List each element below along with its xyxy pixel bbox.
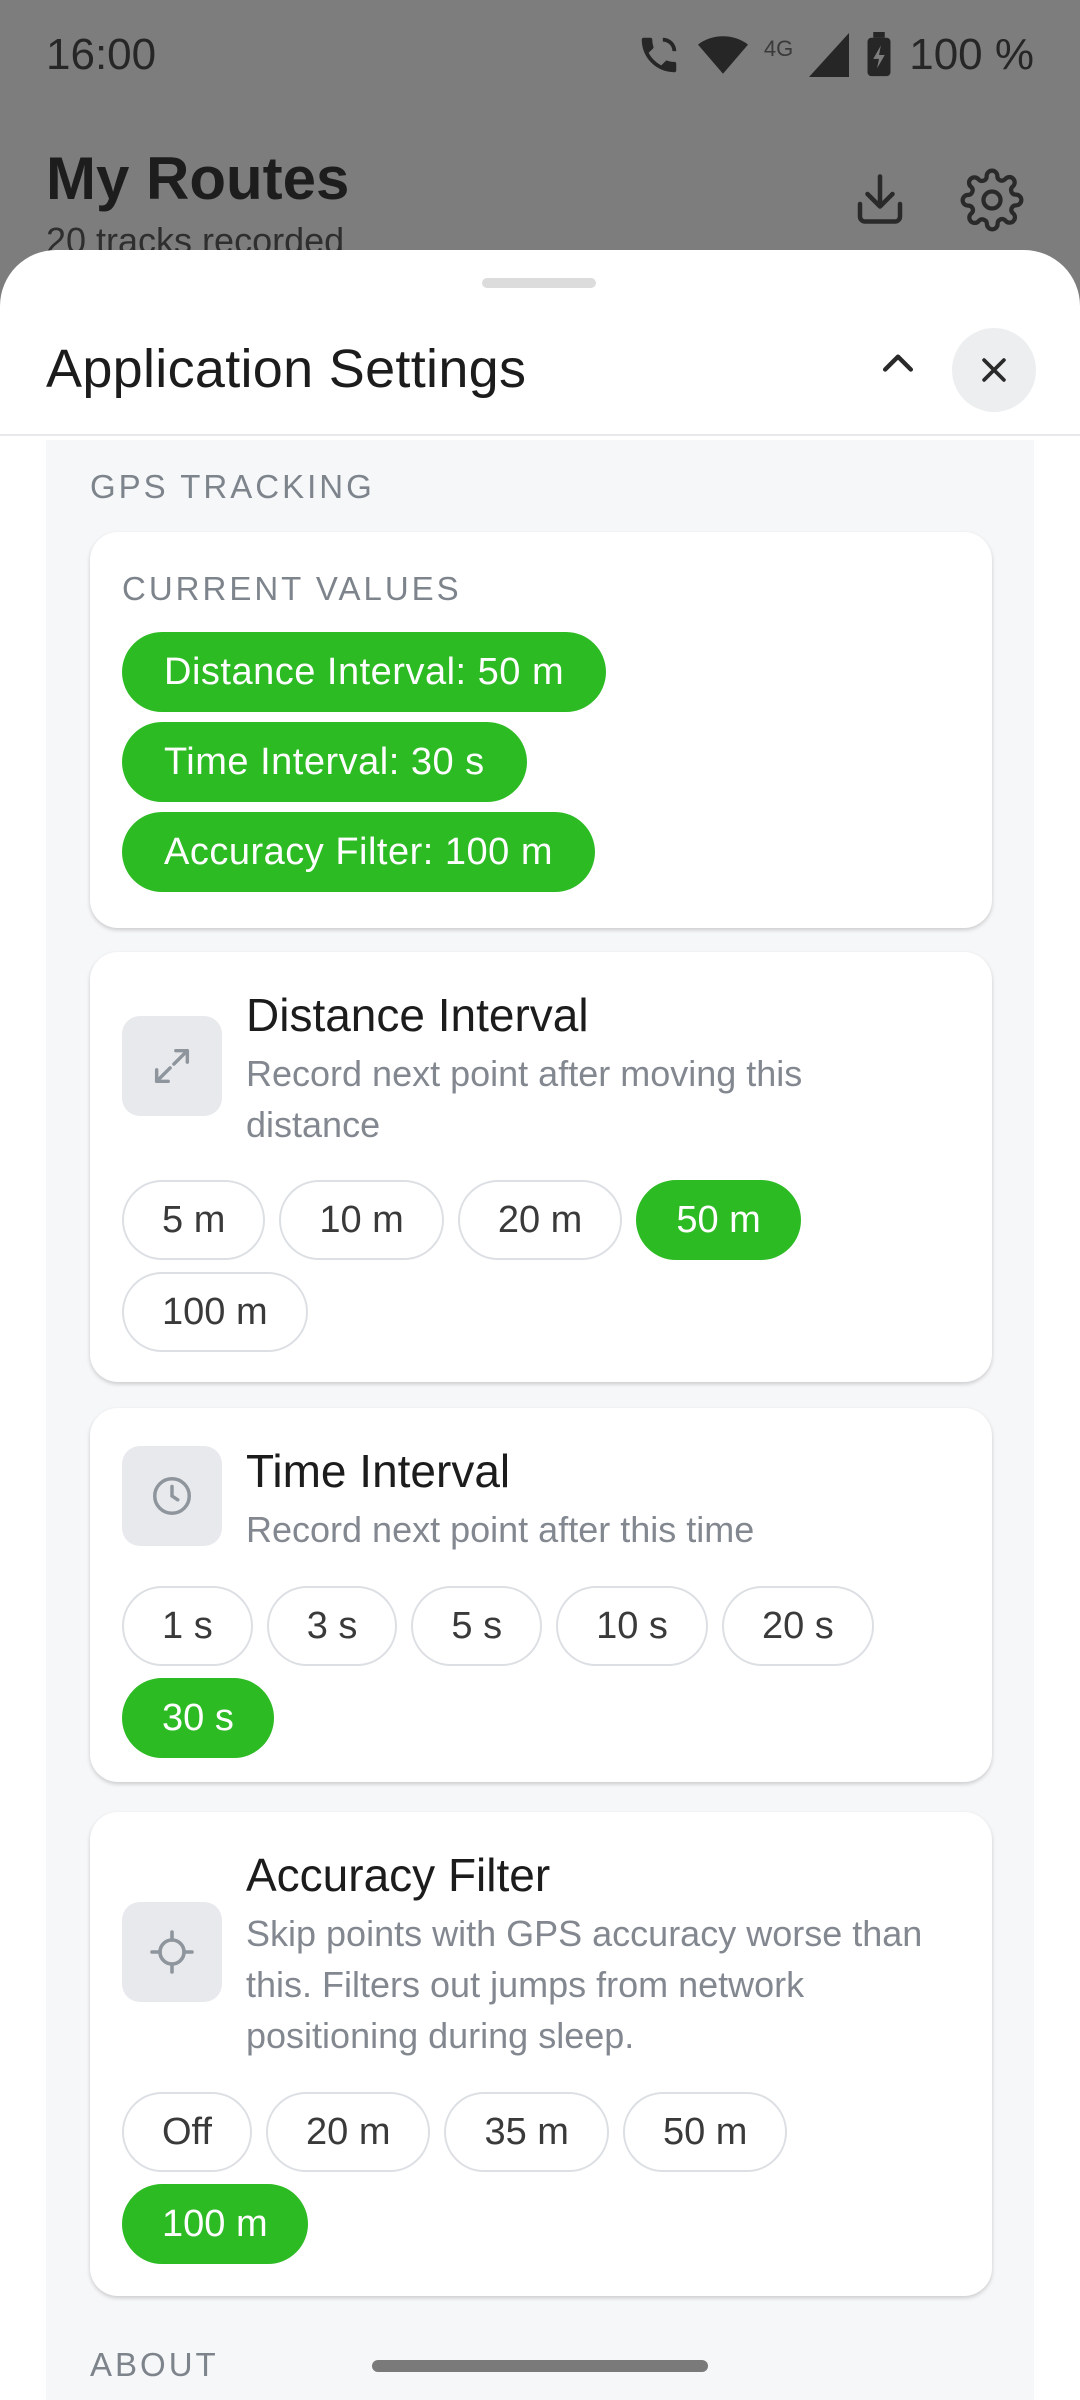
crosshair-icon [122, 1902, 222, 2002]
time-interval-card: Time Interval Record next point after th… [90, 1408, 992, 1782]
setting-desc-accuracy: Skip points with GPS accuracy worse than… [246, 1913, 923, 2056]
option-chip[interactable]: 3 s [266, 1586, 398, 1666]
current-values-label: CURRENT VALUES [122, 570, 462, 607]
option-chip[interactable]: 5 s [411, 1586, 543, 1666]
settings-content[interactable]: GPS TRACKING CURRENT VALUES Distance Int… [46, 440, 1034, 2400]
section-label-gps-tracking: GPS TRACKING [90, 468, 375, 505]
option-chip[interactable]: 5 m [122, 1180, 266, 1260]
settings-bottom-sheet: Application Settings GPS TRACKING CURREN… [0, 250, 1080, 2400]
chevron-up-icon [882, 354, 914, 372]
close-icon [982, 358, 1006, 382]
sheet-title: Application Settings [46, 339, 527, 399]
settings-gear-icon [960, 168, 1024, 237]
background-app-header: My Routes 20 tracks recorded [0, 110, 1080, 270]
setting-desc-time: Record next point after this time [246, 1509, 755, 1550]
option-chip[interactable]: 35 m [444, 2092, 609, 2172]
setting-title-accuracy: Accuracy Filter [246, 1849, 551, 1901]
status-bar: 16:00 4G 100 % [0, 0, 1080, 110]
option-chip[interactable]: 20 s [721, 1586, 874, 1666]
option-chip[interactable]: 50 m [636, 1180, 801, 1260]
option-chip[interactable]: 10 m [279, 1180, 444, 1260]
clock-icon [122, 1446, 222, 1546]
distance-options: 5 m 10 m 20 m 50 m 100 m [122, 1180, 962, 1352]
setting-title-time: Time Interval [246, 1445, 511, 1497]
time-options: 1 s3 s5 s 10 s 20 s 30 s [122, 1586, 962, 1758]
setting-title-distance: Distance Interval [246, 989, 589, 1041]
option-chip[interactable]: 10 s [556, 1586, 708, 1666]
section-label-about: ABOUT [90, 2346, 219, 2383]
cell-signal-icon [809, 32, 850, 78]
collapse-button[interactable] [862, 328, 934, 400]
expand-arrows-icon [122, 1016, 222, 1116]
distance-interval-card: Distance Interval Record next point afte… [90, 952, 992, 1382]
option-chip[interactable]: 100 m [122, 1272, 308, 1352]
accuracy-filter-card: Accuracy Filter Skip points with GPS acc… [90, 1812, 992, 2296]
battery-level: 100 % [909, 30, 1034, 79]
drag-handle[interactable] [482, 278, 596, 288]
accuracy-options: Off 20 m 35 m 50 m 100 m [122, 2092, 962, 2264]
current-value-distance: Distance Interval: 50 m [122, 632, 607, 712]
sheet-header: Application Settings [0, 298, 1080, 436]
option-chip[interactable]: 100 m [122, 2184, 308, 2264]
option-chip[interactable]: 50 m [622, 2092, 788, 2172]
option-chip[interactable]: 20 m [266, 2092, 431, 2172]
background-app-title: My Routes [46, 145, 350, 212]
option-chip[interactable]: Off [122, 2092, 252, 2172]
option-chip[interactable]: 1 s [122, 1586, 253, 1666]
home-indicator[interactable] [372, 2360, 708, 2372]
current-value-time: Time Interval: 30 s [122, 722, 527, 802]
option-chip[interactable]: 30 s [122, 1678, 274, 1758]
wifi-icon [697, 32, 748, 78]
close-button[interactable] [952, 328, 1036, 412]
download-icon [850, 168, 910, 237]
current-value-accuracy: Accuracy Filter: 100 m [122, 812, 595, 892]
wifi-call-icon [636, 32, 682, 78]
network-type-label: 4G [763, 36, 794, 61]
current-values-card: CURRENT VALUES Distance Interval: 50 m T… [90, 532, 992, 928]
option-chip[interactable]: 20 m [457, 1180, 623, 1260]
background-app-actions [850, 168, 1024, 237]
battery-charging-icon [865, 32, 893, 78]
setting-desc-distance: Record next point after moving this dist… [246, 1053, 803, 1145]
status-time: 16:00 [46, 30, 157, 79]
status-icons: 4G 100 % [636, 30, 1034, 80]
